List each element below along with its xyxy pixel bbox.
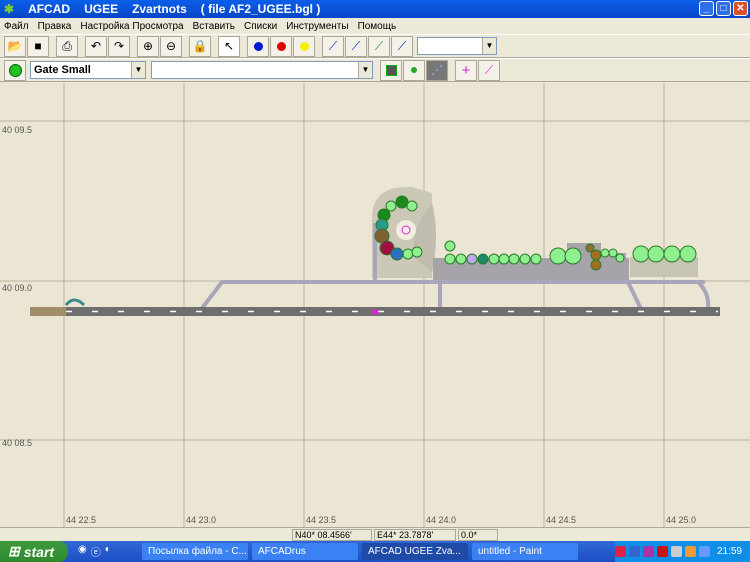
- apron-vertex-icon[interactable]: [403, 59, 425, 81]
- open-icon[interactable]: 📂: [4, 35, 26, 57]
- tray-icon[interactable]: [628, 546, 640, 557]
- zoom-in-icon[interactable]: ⊕: [137, 35, 159, 57]
- add-point-icon[interactable]: +: [455, 59, 477, 81]
- runway: [30, 298, 720, 316]
- lat-label: 40 08.5: [2, 438, 33, 448]
- redo-icon[interactable]: ↷: [108, 35, 130, 57]
- gate-icon[interactable]: [4, 59, 26, 81]
- object-type-value: Gate Small: [34, 64, 91, 76]
- clock[interactable]: 21:59: [717, 546, 742, 557]
- title-icao: UGEE: [84, 2, 119, 16]
- link-runway-icon[interactable]: ⟋: [345, 35, 367, 57]
- close-button[interactable]: ✕: [733, 1, 748, 16]
- menu-file[interactable]: Файл: [4, 21, 29, 32]
- print-icon[interactable]: ⎙: [56, 35, 78, 57]
- lon-label: 44 24.5: [546, 515, 577, 525]
- title-bar: ✱ AFCAD UGEE Zvartnots ( file AF2_UGEE.bgl )…: [0, 0, 750, 18]
- maximize-button[interactable]: □: [716, 1, 731, 16]
- taskbar-item[interactable]: untitled - Paint: [472, 543, 578, 560]
- tray-icon[interactable]: [670, 546, 682, 557]
- red-node-icon[interactable]: [270, 35, 292, 57]
- link-icon[interactable]: ⟋: [322, 35, 344, 57]
- lat-label: 40 09.0: [2, 283, 33, 293]
- quicklaunch-icon[interactable]: ◉: [78, 544, 87, 559]
- menu-edit[interactable]: Правка: [38, 21, 72, 32]
- taskbar-item[interactable]: AFCADrus: [252, 543, 358, 560]
- taskbar: ⊞ start ◉ ⓔ ◐ Посылка файла - C... AFCADrus…: [0, 541, 750, 562]
- status-bar: N40* 08.4566' E44* 23.7878' 0.0*: [0, 527, 750, 541]
- title-file: ( file AF2_UGEE.bgl ): [200, 2, 321, 16]
- tray-icon[interactable]: [684, 546, 696, 557]
- object-name-select[interactable]: ▼: [151, 61, 373, 79]
- menu-insert[interactable]: Вставить: [193, 21, 235, 32]
- start-label: start: [23, 543, 55, 560]
- lon-label: 44 24.0: [426, 515, 457, 525]
- status-heading: 0.0*: [458, 529, 498, 541]
- tray-icon[interactable]: [614, 546, 626, 557]
- system-tray: 21:59: [614, 541, 750, 562]
- lon-label: 44 25.0: [666, 515, 697, 525]
- main-toolbar: 📂 ■ ⎙ ↶ ↷ ⊕ ⊖ 🔒 ↖ ⟋ ⟋ ⟋ ⟋ ▼: [0, 34, 750, 58]
- minimize-button[interactable]: _: [699, 1, 714, 16]
- link-split-icon[interactable]: ⟋: [391, 35, 413, 57]
- select-pointer-icon[interactable]: ↖: [218, 35, 240, 57]
- status-latitude: N40* 08.4566': [292, 529, 372, 541]
- lon-label: 44 23.5: [306, 515, 337, 525]
- quick-launch: ◉ ⓔ ◐: [78, 544, 138, 559]
- taskbar-item[interactable]: AFCAD UGEE Zva...: [362, 543, 468, 560]
- menu-help[interactable]: Помощь: [358, 21, 397, 32]
- zoom-out-icon[interactable]: ⊖: [160, 35, 182, 57]
- app-icon: ✱: [4, 2, 15, 16]
- object-toolbar: Gate Small ▼ ▼ ⋰ + ⟋: [0, 58, 750, 82]
- lon-label: 44 22.5: [66, 515, 97, 525]
- menu-view[interactable]: Настройка Просмотра: [80, 21, 183, 32]
- taskbar-item[interactable]: Посылка файла - C...: [142, 543, 248, 560]
- link-taxiway-icon[interactable]: ⟋: [368, 35, 390, 57]
- media-icon[interactable]: ◐: [105, 544, 111, 559]
- blue-node-icon[interactable]: [247, 35, 269, 57]
- menu-tools[interactable]: Инструменты: [286, 21, 348, 32]
- undo-icon[interactable]: ↶: [85, 35, 107, 57]
- airport-map[interactable]: 40 09.5 40 09.0 40 08.5 44 22.5 44 23.0 …: [0, 83, 750, 527]
- title-name: Zvartnots: [132, 2, 187, 16]
- ie-icon[interactable]: ⓔ: [91, 544, 101, 559]
- add-line-icon[interactable]: ⟋: [478, 59, 500, 81]
- menu-lists[interactable]: Списки: [244, 21, 277, 32]
- tray-icon[interactable]: [656, 546, 668, 557]
- apron-edge-icon[interactable]: ⋰: [426, 59, 448, 81]
- windows-logo-icon: ⊞: [8, 543, 20, 559]
- lon-label: 44 23.0: [186, 515, 217, 525]
- save-icon[interactable]: ■: [27, 35, 49, 57]
- toolbar-combo[interactable]: ▼: [417, 37, 497, 55]
- lock-icon[interactable]: 🔒: [189, 35, 211, 57]
- tray-icon[interactable]: [642, 546, 654, 557]
- start-button[interactable]: ⊞ start: [0, 541, 68, 562]
- menu-bar: Файл Правка Настройка Просмотра Вставить…: [0, 18, 750, 34]
- lat-label: 40 09.5: [2, 125, 33, 135]
- apron-icon[interactable]: [380, 59, 402, 81]
- tray-icon[interactable]: [698, 546, 710, 557]
- status-longitude: E44* 23.7878': [374, 529, 456, 541]
- terminal-apron: [372, 186, 698, 282]
- object-type-select[interactable]: Gate Small ▼: [30, 61, 146, 79]
- map-canvas[interactable]: [0, 83, 750, 527]
- title-app: AFCAD: [28, 2, 71, 16]
- yellow-node-icon[interactable]: [293, 35, 315, 57]
